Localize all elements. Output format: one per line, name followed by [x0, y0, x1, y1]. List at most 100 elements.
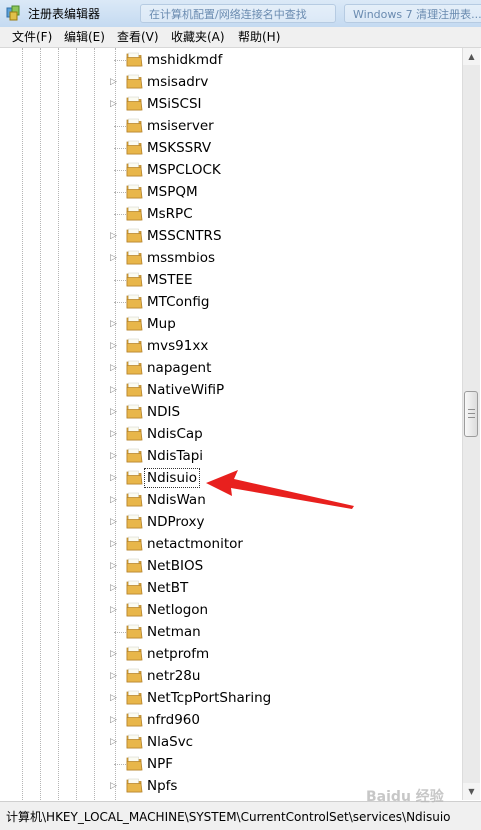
tree-item-label: MSTEE: [147, 272, 193, 288]
folder-icon: [126, 184, 143, 199]
tree-item-msrpc[interactable]: MsRPC: [110, 203, 450, 225]
tree-item-label: MSSCNTRS: [147, 228, 222, 244]
tree-item-msscntrs[interactable]: ▷ MSSCNTRS: [110, 225, 450, 247]
expand-arrow-icon[interactable]: ▷: [110, 340, 120, 352]
folder-icon: [126, 74, 143, 89]
folder-icon: [126, 778, 143, 793]
folder-icon: [126, 382, 143, 397]
folder-icon: [126, 646, 143, 661]
tree-item-label: MSKSSRV: [147, 140, 212, 156]
tree-connector: [114, 192, 126, 193]
folder-icon: [126, 624, 143, 639]
tree-item-netlogon[interactable]: ▷ Netlogon: [110, 599, 450, 621]
tree-item-ndproxy[interactable]: ▷ NDProxy: [110, 511, 450, 533]
folder-icon: [126, 448, 143, 463]
tree-item-mssmbios[interactable]: ▷ mssmbios: [110, 247, 450, 269]
tree-item-nativewifip[interactable]: ▷ NativeWifiP: [110, 379, 450, 401]
tree-item-nfrd960[interactable]: ▷ nfrd960: [110, 709, 450, 731]
tree-item-mvs91xx[interactable]: ▷ mvs91xx: [110, 335, 450, 357]
expand-arrow-icon[interactable]: ▷: [110, 450, 120, 462]
tree-connector: [114, 632, 126, 633]
expand-arrow-icon[interactable]: ▷: [110, 318, 120, 330]
expand-arrow-icon[interactable]: ▷: [110, 780, 120, 792]
expand-arrow-icon[interactable]: ▷: [110, 736, 120, 748]
menu-edit[interactable]: 编辑(E): [64, 29, 105, 45]
tree-item-mspclock[interactable]: MSPCLOCK: [110, 159, 450, 181]
tree-item-label: Netlogon: [147, 602, 209, 618]
tree-item-netprofm[interactable]: ▷ netprofm: [110, 643, 450, 665]
menu-view[interactable]: 查看(V): [117, 29, 159, 45]
expand-arrow-icon[interactable]: ▷: [110, 604, 120, 616]
expand-arrow-icon[interactable]: ▷: [110, 494, 120, 506]
expand-arrow-icon[interactable]: ▷: [110, 76, 120, 88]
tree-item-mskssrv[interactable]: MSKSSRV: [110, 137, 450, 159]
tree-item-msiscsi[interactable]: ▷ MSiSCSI: [110, 93, 450, 115]
tree-item-netr28u[interactable]: ▷ netr28u: [110, 665, 450, 687]
menu-favorites[interactable]: 收藏夹(A): [171, 29, 225, 45]
menu-file[interactable]: 文件(F): [12, 29, 52, 45]
tree-guide-line: [40, 48, 41, 800]
tree-item-mstee[interactable]: MSTEE: [110, 269, 450, 291]
tree-item-mtconfig[interactable]: MTConfig: [110, 291, 450, 313]
tree-item-label: MsRPC: [147, 206, 193, 222]
expand-arrow-icon[interactable]: ▷: [110, 406, 120, 418]
tree-item-npf[interactable]: NPF: [110, 753, 450, 775]
background-tab[interactable]: Windows 7 清理注册表...: [344, 4, 481, 23]
tree-item-label: MSPQM: [147, 184, 198, 200]
background-tab[interactable]: 在计算机配置/网络连接名中查找: [140, 4, 336, 23]
tree-item-netbios[interactable]: ▷ NetBIOS: [110, 555, 450, 577]
expand-arrow-icon[interactable]: ▷: [110, 98, 120, 110]
expand-arrow-icon[interactable]: ▷: [110, 560, 120, 572]
menu-bar: 文件(F) 编辑(E) 查看(V) 收藏夹(A) 帮助(H): [0, 27, 481, 48]
expand-arrow-icon[interactable]: ▷: [110, 516, 120, 528]
tree-item-label: Mup: [147, 316, 176, 332]
expand-arrow-icon[interactable]: ▷: [110, 384, 120, 396]
tree-item-label: netr28u: [147, 668, 201, 684]
tree-item-netbt[interactable]: ▷ NetBT: [110, 577, 450, 599]
folder-icon: [126, 96, 143, 111]
expand-arrow-icon[interactable]: ▷: [110, 252, 120, 264]
tree-item-mup[interactable]: ▷ Mup: [110, 313, 450, 335]
registry-tree[interactable]: mshidkmdf ▷ msisadrv ▷ MSiSCSI msiserver MSKSS…: [0, 48, 462, 800]
expand-arrow-icon[interactable]: ▷: [110, 670, 120, 682]
expand-arrow-icon[interactable]: ▷: [110, 472, 120, 484]
tree-item-netman[interactable]: Netman: [110, 621, 450, 643]
tree-item-label: MSPCLOCK: [147, 162, 221, 178]
tree-item-nettcpportsharing[interactable]: ▷ NetTcpPortSharing: [110, 687, 450, 709]
tree-item-nlasvc[interactable]: ▷ NlaSvc: [110, 731, 450, 753]
tree-connector: [114, 764, 126, 765]
tree-item-mshidkmdf[interactable]: mshidkmdf: [110, 49, 450, 71]
vertical-scrollbar[interactable]: ▲ ▼: [462, 48, 480, 800]
scroll-up-button[interactable]: ▲: [463, 48, 480, 65]
baidu-watermark: Baidu 经验: [366, 789, 444, 805]
expand-arrow-icon[interactable]: ▷: [110, 362, 120, 374]
tree-item-label: napagent: [147, 360, 212, 376]
expand-arrow-icon[interactable]: ▷: [110, 428, 120, 440]
window-title: 注册表编辑器: [28, 7, 101, 21]
folder-icon: [126, 140, 143, 155]
tree-item-mspqm[interactable]: MSPQM: [110, 181, 450, 203]
tree-item-label: Netman: [147, 624, 201, 640]
tree-item-napagent[interactable]: ▷ napagent: [110, 357, 450, 379]
tree-connector: [114, 60, 126, 61]
folder-icon: [126, 734, 143, 749]
expand-arrow-icon[interactable]: ▷: [110, 538, 120, 550]
tree-item-netactmonitor[interactable]: ▷ netactmonitor: [110, 533, 450, 555]
expand-arrow-icon[interactable]: ▷: [110, 582, 120, 594]
tree-connector: [114, 302, 126, 303]
menu-help[interactable]: 帮助(H): [238, 29, 280, 45]
scroll-down-button[interactable]: ▼: [463, 783, 480, 800]
tree-item-ndis[interactable]: ▷ NDIS: [110, 401, 450, 423]
scroll-thumb[interactable]: [464, 391, 478, 437]
tree-item-ndiscap[interactable]: ▷ NdisCap: [110, 423, 450, 445]
tree-connector: [114, 126, 126, 127]
tree-item-msisadrv[interactable]: ▷ msisadrv: [110, 71, 450, 93]
folder-icon: [126, 492, 143, 507]
expand-arrow-icon[interactable]: ▷: [110, 648, 120, 660]
expand-arrow-icon[interactable]: ▷: [110, 692, 120, 704]
expand-arrow-icon[interactable]: ▷: [110, 714, 120, 726]
tree-item-msiserver[interactable]: msiserver: [110, 115, 450, 137]
expand-arrow-icon[interactable]: ▷: [110, 230, 120, 242]
folder-icon: [126, 272, 143, 287]
tree-item-label: mshidkmdf: [147, 52, 223, 68]
